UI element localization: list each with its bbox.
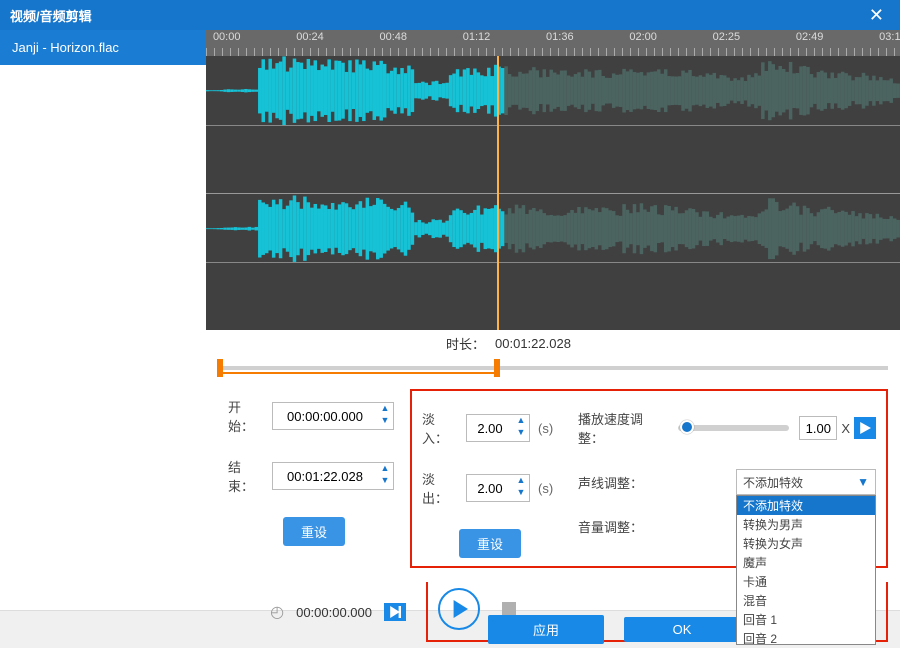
ruler-tick: 00:48 — [380, 31, 408, 43]
duration-label: 时长： — [446, 334, 485, 353]
sidebar-item-file[interactable]: Janji - Horizon.flac — [0, 30, 206, 65]
fadeout-label: 淡出： — [422, 469, 458, 507]
preview-speed-play-icon[interactable] — [854, 417, 876, 439]
start-label: 开始： — [228, 397, 264, 435]
end-time-input[interactable]: ▲▼ — [272, 462, 394, 490]
start-time-field[interactable] — [273, 409, 377, 424]
ok-button[interactable]: OK — [624, 617, 740, 642]
ruler-tick: 00:00 — [213, 31, 241, 43]
window-title: 视频/音频剪辑 — [10, 6, 92, 25]
speed-value-field[interactable] — [800, 421, 836, 436]
voice-option[interactable]: 混音 — [737, 591, 875, 610]
clock-icon: ◴ — [270, 602, 284, 622]
duration-value: 00:01:22.028 — [495, 336, 571, 351]
selection-bar[interactable] — [218, 359, 888, 377]
end-spinner[interactable]: ▲▼ — [377, 464, 393, 488]
stop-button[interactable] — [502, 602, 516, 616]
fadein-input[interactable]: ▲▼ — [466, 414, 530, 442]
playhead[interactable] — [497, 56, 499, 330]
speed-slider[interactable] — [678, 425, 789, 431]
apply-button[interactable]: 应用 — [488, 615, 604, 644]
reset-time-button[interactable]: 重设 — [283, 517, 345, 546]
start-time-input[interactable]: ▲▼ — [272, 402, 394, 430]
fadein-label: 淡入： — [422, 409, 458, 447]
close-icon[interactable]: ✕ — [863, 5, 890, 26]
sidebar: Janji - Horizon.flac — [0, 30, 206, 610]
playback-time: 00:00:00.000 — [296, 605, 372, 620]
end-label: 结束： — [228, 457, 264, 495]
ruler-tick: 00:24 — [296, 31, 324, 43]
ruler-tick: 02:25 — [713, 31, 741, 43]
dropdown-arrow-icon: ▼ — [857, 475, 869, 489]
voice-option[interactable]: 回音 2 — [737, 629, 875, 645]
voice-option[interactable]: 回音 1 — [737, 610, 875, 629]
marker-icon[interactable] — [384, 603, 406, 621]
speed-slider-thumb[interactable] — [680, 420, 694, 434]
voice-dropdown[interactable]: 不添加特效转换为男声转换为女声魔声卡通混音回音 1回音 2 — [736, 495, 876, 645]
fadein-unit: (s) — [538, 421, 553, 436]
fadein-field[interactable] — [467, 421, 513, 436]
waveform-channel-left — [206, 56, 900, 193]
voice-option[interactable]: 转换为女声 — [737, 534, 875, 553]
timeline-ruler[interactable]: 00:00 00:24 00:48 01:12 01:36 02:00 02:25 02:49… — [206, 30, 900, 56]
fadeout-field[interactable] — [467, 481, 513, 496]
voice-select[interactable]: 不添加特效 ▼ — [736, 469, 876, 495]
reset-fade-button[interactable]: 重设 — [459, 529, 521, 558]
speed-label: 播放速度调整： — [578, 409, 668, 447]
fadein-spinner[interactable]: ▲▼ — [513, 416, 529, 440]
speed-x-label: X — [841, 421, 850, 436]
end-time-field[interactable] — [273, 469, 377, 484]
volume-label: 音量调整： — [578, 517, 668, 536]
selection-handle-start[interactable] — [217, 359, 223, 377]
selection-handle-end[interactable] — [494, 359, 500, 377]
voice-option[interactable]: 转换为男声 — [737, 515, 875, 534]
ruler-tick: 02:00 — [629, 31, 657, 43]
ruler-tick: 02:49 — [796, 31, 824, 43]
play-button[interactable] — [438, 588, 480, 630]
ruler-tick: 01:36 — [546, 31, 574, 43]
fadeout-spinner[interactable]: ▲▼ — [513, 476, 529, 500]
voice-option[interactable]: 魔声 — [737, 553, 875, 572]
ruler-tick: 03:13 — [879, 31, 900, 43]
ruler-tick: 01:12 — [463, 31, 491, 43]
fadeout-input[interactable]: ▲▼ — [466, 474, 530, 502]
voice-label: 声线调整： — [578, 473, 668, 492]
voice-select-value: 不添加特效 — [743, 474, 803, 491]
fadeout-unit: (s) — [538, 481, 553, 496]
voice-option[interactable]: 卡通 — [737, 572, 875, 591]
waveform-display[interactable] — [206, 56, 900, 330]
waveform-channel-right — [206, 193, 900, 330]
start-spinner[interactable]: ▲▼ — [377, 404, 393, 428]
voice-option[interactable]: 不添加特效 — [737, 496, 875, 515]
speed-value-input[interactable] — [799, 416, 837, 440]
